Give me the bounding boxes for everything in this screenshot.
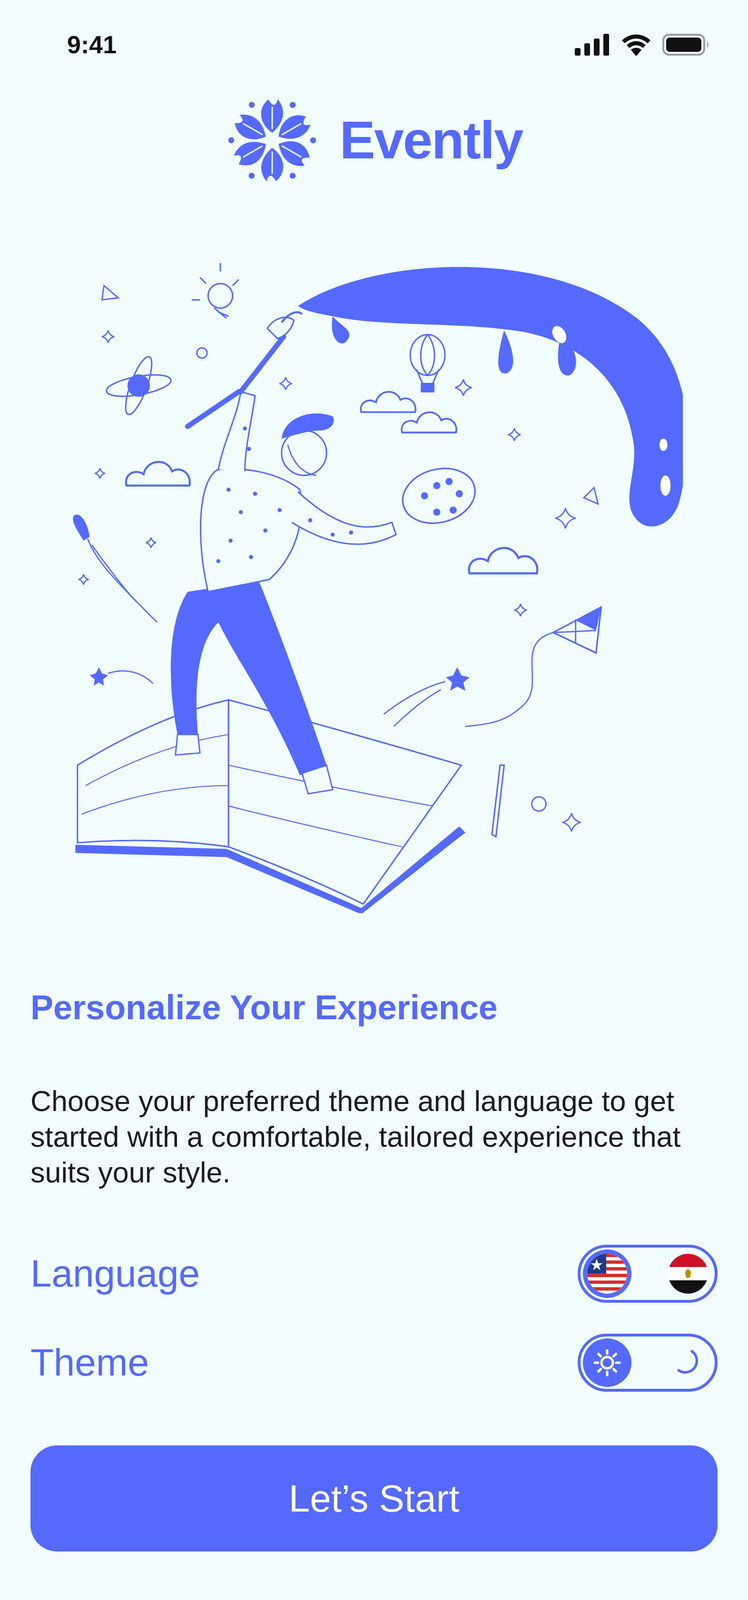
heading: Personalize Your Experience bbox=[30, 987, 718, 1029]
creative-illustration bbox=[65, 255, 683, 914]
signal-icon bbox=[574, 33, 611, 56]
description: Choose your preferred theme and language… bbox=[30, 1083, 718, 1191]
toggle-option[interactable] bbox=[663, 1249, 713, 1299]
status-icons bbox=[574, 29, 710, 57]
paint-splash-icon bbox=[297, 266, 683, 527]
sun-icon bbox=[591, 1348, 623, 1379]
logo-flower-icon bbox=[225, 93, 319, 187]
open-book-icon bbox=[75, 700, 466, 914]
wifi-icon bbox=[620, 33, 652, 57]
setting-row: Theme bbox=[30, 1334, 718, 1393]
status-time: 9:41 bbox=[67, 29, 117, 60]
us-flag-icon bbox=[587, 1254, 628, 1295]
toggle-option[interactable] bbox=[582, 1338, 632, 1388]
illustration bbox=[0, 255, 748, 914]
status-bar: 9:41 bbox=[0, 0, 748, 91]
start-button[interactable]: Let’s Start bbox=[30, 1446, 718, 1553]
toggle-option[interactable] bbox=[663, 1338, 713, 1388]
toggle-option[interactable] bbox=[582, 1249, 632, 1299]
painter-figure bbox=[170, 312, 482, 795]
setting-toggle[interactable] bbox=[577, 1334, 718, 1393]
settings-list: Language Theme bbox=[30, 1245, 718, 1393]
setting-label: Theme bbox=[30, 1340, 149, 1387]
brand-logo: Evently bbox=[0, 90, 748, 191]
content: Personalize Your Experience Choose your p… bbox=[0, 913, 748, 1553]
setting-toggle[interactable] bbox=[577, 1245, 718, 1304]
battery-icon bbox=[662, 33, 710, 56]
moon-icon bbox=[672, 1348, 704, 1379]
brand-name: Evently bbox=[339, 108, 523, 173]
setting-label: Language bbox=[30, 1251, 200, 1298]
egypt-flag-icon bbox=[668, 1254, 709, 1295]
setting-row: Language bbox=[30, 1245, 718, 1304]
onboarding-screen: 9:41 Evently Personalize Your Experience Ch… bbox=[0, 0, 748, 1600]
